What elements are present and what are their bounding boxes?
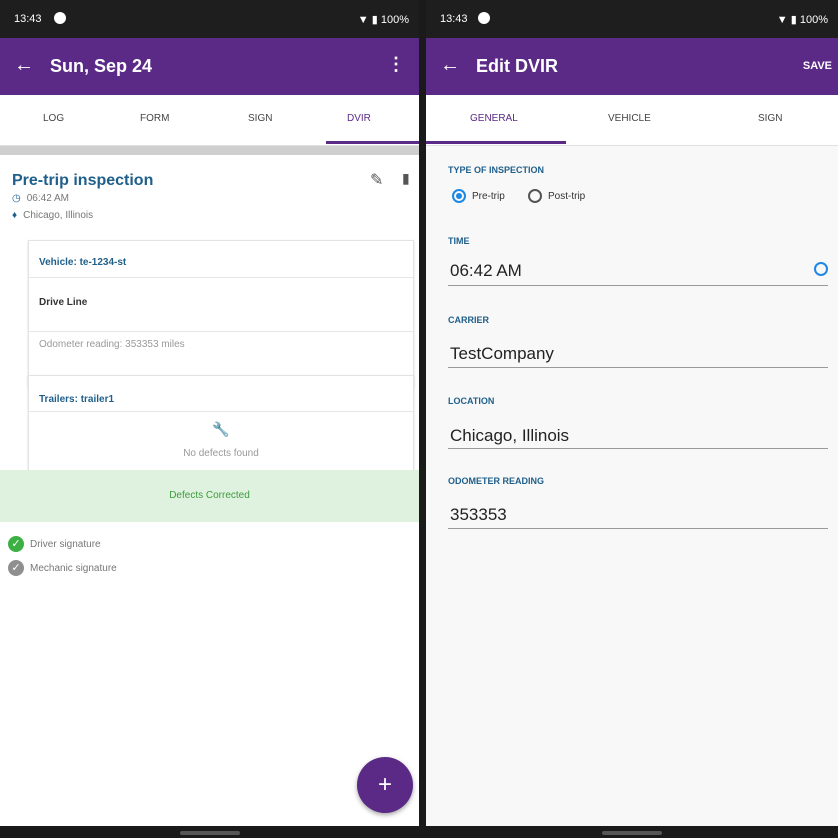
save-button[interactable]: SAVE bbox=[803, 60, 832, 72]
status-battery: ▼ ▮ 100% bbox=[776, 14, 828, 26]
trash-icon[interactable]: ▮ bbox=[402, 170, 410, 187]
inspection-time-row: ◷ 06:42 AM bbox=[12, 193, 69, 204]
tab-indicator bbox=[326, 141, 419, 144]
app-bar: ← Sun, Sep 24 ⋮ bbox=[0, 38, 419, 95]
tab-sign[interactable]: SIGN bbox=[758, 113, 782, 124]
tab-indicator bbox=[426, 141, 566, 144]
post-trip-radio[interactable] bbox=[528, 189, 542, 203]
add-fab-button[interactable]: + bbox=[357, 757, 413, 813]
inspection-location-row: ♦ Chicago, Illinois bbox=[12, 210, 94, 221]
trailers-label: Trailers: trailer1 bbox=[39, 394, 115, 405]
home-pill[interactable] bbox=[602, 831, 662, 835]
pending-check-icon: ✓ bbox=[8, 560, 24, 576]
carrier-field[interactable]: TestCompany bbox=[450, 344, 554, 364]
driver-signature-row[interactable]: ✓ Driver signature bbox=[8, 536, 101, 552]
tab-bar: LOG FORM SIGN DVIR bbox=[0, 95, 419, 146]
wrench-icon: 🔧 bbox=[212, 421, 230, 437]
header-shadow bbox=[0, 146, 419, 155]
clock-icon[interactable] bbox=[814, 262, 828, 276]
trailer-card: Trailers: trailer1 🔧 No defects found bbox=[28, 375, 414, 472]
defects-status-banner: Defects Corrected bbox=[0, 470, 419, 522]
defects-status-text: Defects Corrected bbox=[169, 490, 250, 501]
status-battery: ▼ ▮ 100% bbox=[357, 14, 409, 26]
inspection-type-label: TYPE OF INSPECTION bbox=[448, 165, 545, 175]
mechanic-signature-row[interactable]: ✓ Mechanic signature bbox=[8, 560, 117, 576]
inspection-title[interactable]: Pre-trip inspection bbox=[12, 172, 153, 190]
tab-bar: GENERAL VEHICLE SIGN bbox=[426, 95, 838, 146]
edit-icon[interactable]: ✎ bbox=[370, 170, 383, 190]
post-trip-label[interactable]: Post-trip bbox=[548, 191, 585, 202]
tab-form[interactable]: FORM bbox=[140, 113, 169, 124]
odometer-field[interactable]: 353353 bbox=[450, 505, 507, 525]
time-field[interactable]: 06:42 AM bbox=[450, 261, 522, 281]
status-bar: 13:43 ▼ ▮ 100% bbox=[426, 0, 838, 38]
home-pill[interactable] bbox=[180, 831, 240, 835]
split-divider bbox=[419, 0, 426, 838]
location-field[interactable]: Chicago, Illinois bbox=[450, 426, 569, 446]
status-time: 13:43 bbox=[440, 13, 468, 25]
location-pin-icon: ♦ bbox=[12, 210, 18, 221]
odometer-reading: Odometer reading: 353353 miles bbox=[39, 339, 185, 350]
right-screen: 13:43 ▼ ▮ 100% ← Edit DVIR SAVE GENERAL … bbox=[426, 0, 838, 838]
no-defects-text: No defects found bbox=[183, 448, 259, 459]
status-bar: 13:43 ▼ ▮ 100% bbox=[0, 0, 419, 38]
pre-trip-label[interactable]: Pre-trip bbox=[472, 191, 505, 202]
status-time: 13:43 bbox=[14, 13, 42, 25]
pre-trip-radio[interactable] bbox=[452, 189, 466, 203]
tab-general[interactable]: GENERAL bbox=[470, 113, 518, 124]
page-title: Sun, Sep 24 bbox=[50, 56, 153, 76]
tab-vehicle[interactable]: VEHICLE bbox=[608, 113, 651, 124]
more-vert-icon[interactable]: ⋮ bbox=[387, 54, 405, 75]
tab-log[interactable]: LOG bbox=[43, 113, 64, 124]
back-arrow-icon[interactable]: ← bbox=[14, 54, 34, 77]
carrier-label: CARRIER bbox=[448, 315, 490, 325]
app-bar: ← Edit DVIR SAVE bbox=[426, 38, 838, 95]
tab-dvir[interactable]: DVIR bbox=[347, 113, 371, 124]
clock-icon: ◷ bbox=[12, 193, 21, 204]
location-label: LOCATION bbox=[448, 396, 495, 406]
defect-item[interactable]: Drive Line bbox=[39, 297, 87, 308]
odometer-label: ODOMETER READING bbox=[448, 476, 545, 486]
status-app-icon bbox=[54, 12, 66, 24]
status-app-icon bbox=[478, 12, 490, 24]
check-circle-icon: ✓ bbox=[8, 536, 24, 552]
tab-sign[interactable]: SIGN bbox=[248, 113, 272, 124]
time-label: TIME bbox=[448, 236, 470, 246]
vehicle-label: Vehicle: te-1234-st bbox=[39, 257, 127, 268]
back-arrow-icon[interactable]: ← bbox=[440, 54, 460, 77]
page-title: Edit DVIR bbox=[476, 56, 559, 76]
left-screen: 13:43 ▼ ▮ 100% ← Sun, Sep 24 ⋮ LOG FORM … bbox=[0, 0, 419, 838]
vehicle-card: Vehicle: te-1234-st Drive Line Odometer … bbox=[28, 240, 414, 388]
